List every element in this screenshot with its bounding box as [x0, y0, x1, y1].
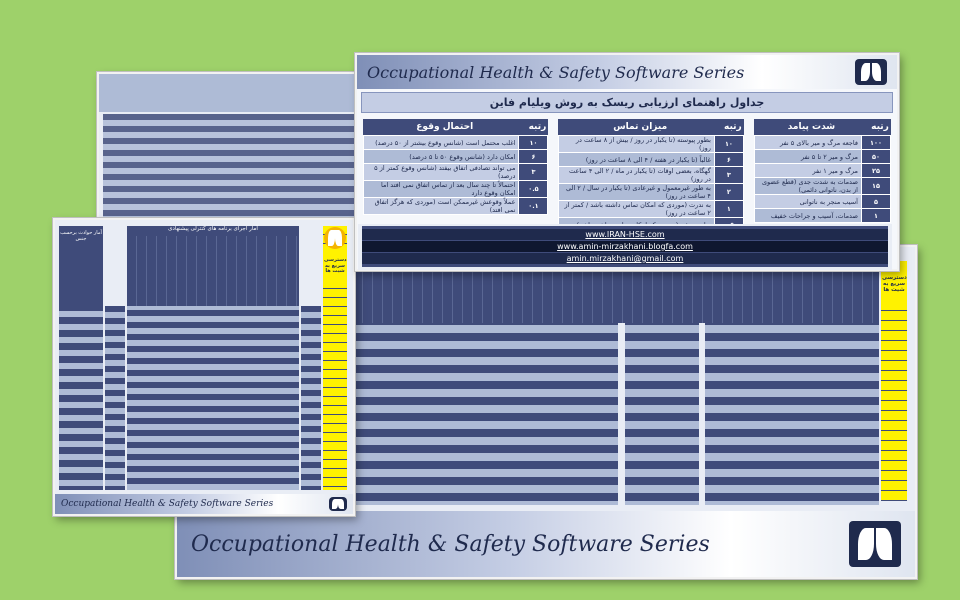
exposure-rank-header: رتبه: [721, 119, 744, 135]
severity-row-rank: ۱۰۰: [860, 135, 891, 150]
severity-row-text: صدمات به شدت جدی (قطع عضوی از بدن، ناتوا…: [753, 177, 862, 195]
bottom-sheet-header-band: [353, 269, 879, 323]
exposure-row-rank: ۲: [713, 183, 744, 201]
probability-row: ۰.۱ عملاً وقوعش غیرممکن است (موردی که هرگ…: [362, 197, 549, 215]
severity-row: ۵۰ مرگ و میر ۲ تا ۵ نفر: [753, 149, 891, 164]
severity-row-text: فاجعه مرگ و میر بالای ۵ نفر: [753, 135, 862, 150]
hse-logo-icon: [324, 227, 346, 249]
quick-access-column[interactable]: دسترسی سریع به شیت ها: [881, 261, 907, 501]
exposure-row-rank: ۱۰: [713, 135, 744, 153]
probability-rows: ۱۰ اغلب محتمل است (شانس وقوع بیشتر از ۵۰ …: [362, 135, 549, 215]
severity-row-text: صدمات، آسیب و جراحات خفیف: [753, 208, 862, 223]
probability-row-text: امکان دارد (شانس وقوع ۵۰ تا ۵ درصد): [362, 149, 520, 164]
exposure-row-rank: ۳: [713, 166, 744, 184]
probability-row-text: احتمالاً تا چند سال بعد از تماس اتفاق نم…: [362, 180, 520, 198]
exposure-header: میزان تماس: [558, 119, 722, 135]
link-email[interactable]: amin.mirzakhani@gmail.com: [362, 253, 888, 264]
probability-row-rank: ۳: [518, 163, 549, 181]
links-panel: www.IRAN-HSE.com www.amin-mirzakhani.blo…: [358, 224, 892, 270]
hse-logo-icon: [329, 497, 347, 511]
severity-rows: ۱۰۰ فاجعه مرگ و میر بالای ۵ نفر ۵۰ مرگ و می…: [753, 135, 891, 223]
severity-row-rank: ۵: [860, 194, 891, 209]
link-iran-hse[interactable]: www.IRAN-HSE.com: [362, 229, 888, 240]
probability-row: ۰.۵ احتمالاً تا چند سال بعد از تماس اتفاق…: [362, 180, 549, 198]
severity-row: ۵ آسیب منجر به ناتوانی: [753, 194, 891, 209]
link-blog[interactable]: www.amin-mirzakhani.blogfa.com: [362, 241, 888, 252]
probability-row: ۱۰ اغلب محتمل است (شانس وقوع بیشتر از ۵۰ …: [362, 135, 549, 150]
severity-row: ۱۰۰ فاجعه مرگ و میر بالای ۵ نفر: [753, 135, 891, 150]
severity-row-rank: ۱: [860, 208, 891, 223]
severity-row: ۱ صدمات، آسیب و جراحات خفیف: [753, 208, 891, 223]
probability-table: احتمال وقوع رتبه ۱۰ اغلب محتمل است (شانس …: [362, 119, 549, 232]
left-sheet: آمار حوادث برحسب جنس آمار اجرای برنامه ه…: [53, 218, 355, 516]
severity-table: شدت پیامد رتبه ۱۰۰ فاجعه مرگ و میر بالای …: [753, 119, 891, 232]
back-sheet: [97, 72, 371, 231]
left-sheet-col-a-header: آمار حوادث برحسب جنس: [59, 226, 103, 310]
exposure-row-text: به طور غیرمعمول و غیرعادی (تا یکبار در س…: [558, 183, 715, 201]
exposure-row-text: گهگاه، بعضی اوقات (تا یکبار در ماه / ۲ ا…: [558, 166, 715, 184]
left-sheet-year-col-2: [301, 306, 321, 490]
severity-row-rank: ۱۵: [860, 177, 891, 195]
exposure-row-text: به ندرت (موردی که امکان تماس داشته باشد …: [558, 200, 715, 218]
severity-row: ۲۵ مرگ و میر ۱ نفر: [753, 163, 891, 178]
quick-access-label-left: دسترسی سریع به شیت ها: [323, 250, 347, 283]
back-sheet-header: [99, 74, 369, 112]
left-sheet-year-col-1: [105, 306, 125, 490]
exposure-row: ۲ به طور غیرمعمول و غیرعادی (تا یکبار در …: [558, 183, 744, 201]
severity-rank-header: رتبه: [868, 119, 891, 135]
probability-row-rank: ۶: [518, 149, 549, 164]
exposure-row-rank: ۶: [713, 152, 744, 167]
probability-row: ۳ می تواند تصادفی اتفاق بیفتد (شانس وقوع …: [362, 163, 549, 181]
severity-row: ۱۵ صدمات به شدت جدی (قطع عضوی از بدن، نات…: [753, 177, 891, 195]
severity-row-text: مرگ و میر ۱ نفر: [753, 163, 862, 178]
exposure-row: ۳ گهگاه، بعضی اوقات (تا یکبار در ماه / ۲ …: [558, 166, 744, 184]
probability-header: احتمال وقوع: [363, 119, 527, 135]
left-sheet-col-b: آمار اجرای برنامه های کنترلی پیشنهادی: [127, 226, 299, 490]
bottom-banner: Occupational Health & Safety Software Se…: [177, 511, 915, 577]
exposure-row: ۶ غالباً (تا یکبار در هفته / ۴ الی ۸ ساعت…: [558, 152, 744, 167]
probability-row-text: می تواند تصادفی اتفاق بیفتد (شانس وقوع ک…: [362, 163, 520, 181]
links-area: www.IRAN-HSE.com www.amin-mirzakhani.blo…: [362, 226, 888, 267]
severity-row-text: آسیب منجر به ناتوانی: [753, 194, 862, 209]
exposure-row-text: بطور پیوسته (تا یکبار در روز / بیش از ۸ …: [558, 135, 715, 153]
exposure-table: میزان تماس رتبه ۱۰ بطور پیوسته (تا یکبار …: [558, 119, 744, 232]
left-banner: Occupational Health & Safety Software Se…: [55, 494, 353, 514]
front-banner: Occupational Health & Safety Software Se…: [357, 55, 897, 89]
severity-header: شدت پیامد: [753, 119, 869, 135]
severity-row-rank: ۵۰: [860, 149, 891, 164]
exposure-row-rank: ۱: [713, 200, 744, 218]
probability-row-text: اغلب محتمل است (شانس وقوع بیشتر از ۵۰ در…: [362, 135, 520, 150]
severity-row-text: مرگ و میر ۲ تا ۵ نفر: [753, 149, 862, 164]
back-sheet-grid: [103, 114, 365, 225]
left-sheet-col-b-subheaders: [127, 236, 299, 306]
exposure-rows: ۱۰ بطور پیوسته (تا یکبار در روز / بیش از …: [558, 135, 744, 232]
left-banner-title: Occupational Health & Safety Software Se…: [61, 499, 274, 509]
exposure-row: ۱ به ندرت (موردی که امکان تماس داشته باشد…: [558, 200, 744, 218]
probability-row-rank: ۰.۱: [518, 197, 549, 215]
probability-row-rank: ۰.۵: [518, 180, 549, 198]
exposure-row: ۱۰ بطور پیوسته (تا یکبار در روز / بیش از …: [558, 135, 744, 153]
hse-logo-icon: [849, 521, 901, 567]
left-sheet-col-a: آمار حوادث برحسب جنس: [59, 226, 103, 490]
page-title: جداول راهنمای ارزیابی ریسک به روش ویلیام…: [361, 92, 893, 113]
left-sheet-col-b-header: آمار اجرای برنامه های کنترلی پیشنهادی: [127, 226, 299, 236]
probability-row-text: عملاً وقوعش غیرممکن است (موردی که هرگز ا…: [362, 197, 520, 215]
probability-rank-header: رتبه: [526, 119, 549, 135]
bottom-banner-title: Occupational Health & Safety Software Se…: [191, 531, 710, 557]
probability-row: ۶ امکان دارد (شانس وقوع ۵۰ تا ۵ درصد): [362, 149, 549, 164]
exposure-row-text: غالباً (تا یکبار در هفته / ۴ الی ۸ ساعت …: [558, 152, 715, 167]
front-banner-title: Occupational Health & Safety Software Se…: [367, 62, 745, 82]
quick-access-column-left[interactable]: دسترسی سریع به شیت ها: [323, 226, 347, 490]
probability-row-rank: ۱۰: [518, 135, 549, 150]
hse-logo-icon: [855, 59, 887, 85]
guide-tables: احتمال وقوع رتبه ۱۰ اغلب محتمل است (شانس …: [357, 116, 897, 232]
severity-row-rank: ۲۵: [860, 163, 891, 178]
